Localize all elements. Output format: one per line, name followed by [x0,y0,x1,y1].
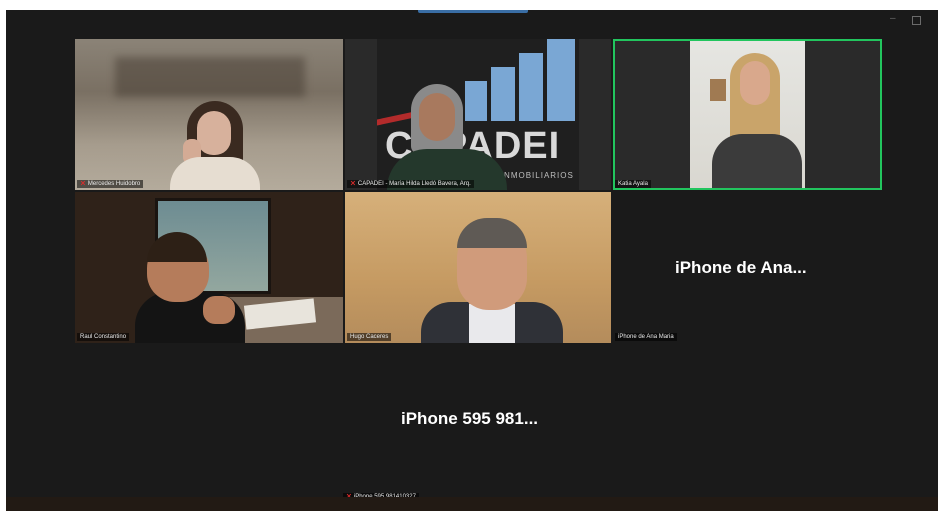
participant-video [690,39,805,190]
logo-building [519,53,543,121]
participant-name-label: Katia Ayala [615,180,651,188]
meeting-window: – ⨯ Mercedes Huidobro CAPADEI GUAYA DE ..… [6,10,938,511]
logo-building [465,81,487,121]
participant-body [170,157,260,190]
participant-tile-hugo[interactable]: Hugo Caceres [345,192,611,343]
muted-mic-icon: ⨯ [350,180,356,187]
participant-name-label: Hugo Caceres [347,333,392,341]
muted-mic-icon: ⨯ [80,180,86,187]
participant-display-name: iPhone 595 981... [401,409,539,428]
maximize-icon[interactable] [912,16,921,25]
participant-tile-iphone-ana[interactable]: iPhone de Ana... iPhone de Ana Maria [613,192,882,343]
participant-name-label: iPhone de Ana Maria [615,333,677,341]
participant-tile-raul[interactable]: Raul Constantino [75,192,343,343]
participant-face [740,61,770,105]
participant-name: Raul Constantino [80,334,127,340]
participant-tile-capadei[interactable]: CAPADEI GUAYA DE ... INMOBILIARIOS ⨯ CAPA… [345,39,611,190]
participant-tile-iphone-595[interactable]: iPhone 595 981... ⨯iPhone 595 981410327 [343,345,543,501]
participant-face [197,111,231,155]
participant-hand [203,296,235,324]
participant-name: iPhone de Ana Maria [618,334,674,340]
bottom-bar [6,497,938,511]
participant-tile-mercedes[interactable]: ⨯ Mercedes Huidobro [75,39,343,190]
logo-building [547,39,575,121]
participant-tile-katia[interactable]: Katia Ayala [613,39,882,190]
participant-body [712,134,802,190]
participant-name: CAPADEI - María Hilda Lledó Bavera, Arq. [357,181,471,187]
participant-name-label: ⨯ Mercedes Huidobro [77,180,144,188]
participant-name: Hugo Caceres [350,334,389,340]
participant-name: Katia Ayala [618,181,648,187]
logo-building [491,67,515,121]
participant-face [419,93,455,141]
wall-frame [710,79,726,101]
share-indicator [418,10,528,13]
participant-name: Mercedes Huidobro [87,181,141,187]
participant-vest [421,302,469,343]
minimize-icon[interactable]: – [890,14,896,24]
participant-name-label: Raul Constantino [77,333,130,341]
participant-name-label: ⨯ CAPADEI - María Hilda Lledó Bavera, Arq… [347,180,474,188]
participant-vest [515,302,563,343]
participant-display-name: iPhone de Ana... [675,258,807,277]
background-shelf [115,57,305,97]
participant-hair [457,218,527,248]
